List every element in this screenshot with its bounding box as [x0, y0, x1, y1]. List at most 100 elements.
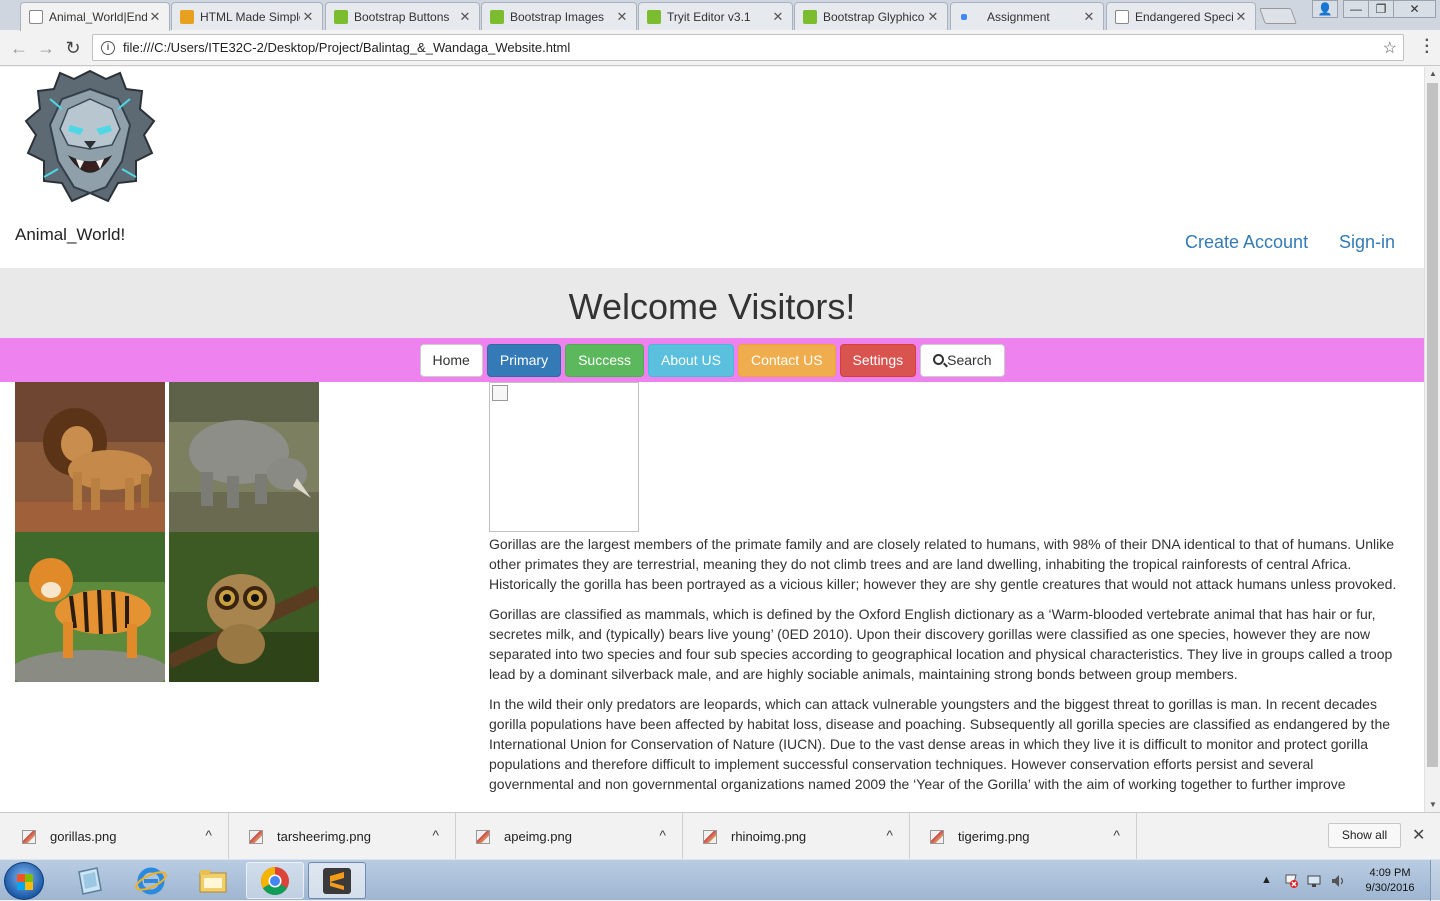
search-button[interactable]: Search [920, 343, 1005, 377]
scroll-thumb[interactable] [1427, 83, 1438, 767]
article-paragraph: Gorillas are classified as mammals, whic… [489, 606, 1393, 682]
network-icon[interactable] [1306, 873, 1322, 889]
tab-close-icon[interactable]: ✕ [1233, 9, 1249, 25]
scroll-up-icon[interactable]: ▲ [1425, 67, 1440, 81]
start-button[interactable] [4, 862, 44, 900]
welcome-banner: Welcome Visitors! [0, 268, 1424, 338]
success-button[interactable]: Success [565, 343, 645, 377]
minimize-button[interactable]: — [1343, 0, 1369, 18]
download-item[interactable]: apeimg.png ^ [456, 813, 683, 860]
volume-icon[interactable] [1330, 873, 1346, 889]
image-file-icon [249, 829, 263, 844]
tab-bootstrap-buttons[interactable]: Bootstrap Buttons ✕ [325, 2, 480, 30]
tab-close-icon[interactable]: ✕ [147, 9, 163, 25]
user-profile-icon[interactable]: 👤 [1312, 0, 1338, 18]
clock-date: 9/30/2016 [1365, 882, 1415, 894]
tab-close-icon[interactable]: ✕ [770, 9, 786, 25]
url-text: file:///C:/Users/ITE32C-2/Desktop/Projec… [123, 40, 571, 55]
loading-icon [961, 13, 967, 20]
tab-title: Tryit Editor v3.1 [667, 9, 751, 24]
button-navbar: Home Primary Success About US Contact US… [0, 338, 1424, 382]
download-filename: rhinoimg.png [731, 829, 807, 844]
forward-icon[interactable]: → [35, 37, 57, 59]
about-us-button[interactable]: About US [648, 343, 734, 377]
tab-title: Endangered Species [1135, 9, 1233, 24]
file-icon[interactable] [60, 862, 118, 899]
tab-assignment[interactable]: Assignment ✕ [950, 2, 1104, 30]
broken-image-icon [492, 385, 508, 401]
address-bar[interactable]: i file:///C:/Users/ITE32C-2/Desktop/Proj… [92, 34, 1404, 61]
settings-button[interactable]: Settings [839, 343, 917, 377]
create-account-link[interactable]: Create Account [1185, 232, 1308, 253]
tab-tryit-editor[interactable]: Tryit Editor v3.1 ✕ [638, 2, 793, 30]
tarsier-image [169, 532, 319, 682]
home-button[interactable]: Home [419, 343, 483, 377]
notepad-icon [78, 866, 102, 895]
page-title: Welcome Visitors! [568, 286, 856, 327]
gorilla-article: Gorillas are the largest members of the … [489, 534, 1401, 804]
download-item[interactable]: tarsheerimg.png ^ [229, 813, 456, 860]
sign-in-link[interactable]: Sign-in [1339, 232, 1395, 253]
bookmark-star-icon[interactable]: ☆ [1383, 38, 1397, 58]
internet-explorer-icon[interactable] [122, 862, 180, 899]
tab-title: Bootstrap Images [510, 9, 605, 24]
tab-close-icon[interactable]: ✕ [614, 9, 630, 25]
search-icon [933, 353, 945, 365]
info-icon[interactable]: i [101, 40, 115, 55]
ie-logo-icon [135, 867, 167, 894]
tab-title: HTML Made Simple [200, 9, 300, 24]
tray-expand-icon[interactable]: ▲ [1261, 874, 1272, 886]
page-scrollbar[interactable]: ▲ ▼ [1424, 67, 1440, 812]
chevron-up-icon[interactable]: ^ [205, 827, 212, 843]
new-tab-button[interactable] [1259, 8, 1297, 24]
windows-taskbar: ▲ 4:09 PM 9/30/2016 [0, 859, 1440, 901]
tab-title: Assignment [987, 9, 1050, 24]
download-item[interactable]: gorillas.png ^ [2, 813, 229, 860]
chrome-menu-icon[interactable]: · · · [1425, 33, 1430, 61]
article-paragraph: In the wild their only predators are leo… [489, 696, 1391, 792]
image-file-icon [703, 829, 717, 844]
tab-close-icon[interactable]: ✕ [925, 9, 941, 25]
close-icon[interactable]: ✕ [1412, 825, 1425, 845]
chrome-icon[interactable] [246, 862, 304, 899]
system-clock[interactable]: 4:09 PM 9/30/2016 [1356, 866, 1424, 896]
contact-us-button[interactable]: Contact US [737, 343, 836, 377]
w3schools-icon [334, 9, 348, 24]
primary-button[interactable]: Primary [486, 343, 562, 377]
restore-button[interactable]: ❐ [1368, 0, 1394, 18]
show-desktop-button[interactable] [1430, 860, 1440, 901]
download-item[interactable]: tigerimg.png ^ [910, 813, 1137, 860]
sublime-logo-icon [323, 867, 351, 894]
tab-endangered-species[interactable]: Endangered Species ✕ [1106, 2, 1256, 30]
show-all-button[interactable]: Show all [1328, 823, 1401, 848]
tab-html-made-simple[interactable]: HTML Made Simple ✕ [171, 2, 323, 30]
tab-close-icon[interactable]: ✕ [1081, 9, 1097, 25]
chevron-up-icon[interactable]: ^ [886, 827, 893, 843]
back-icon[interactable]: ← [8, 37, 30, 59]
download-item[interactable]: rhinoimg.png ^ [683, 813, 910, 860]
tab-bootstrap-images[interactable]: Bootstrap Images ✕ [481, 2, 637, 30]
sublime-text-icon[interactable] [308, 862, 366, 899]
tab-close-icon[interactable]: ✕ [457, 9, 473, 25]
w3schools-icon [647, 9, 661, 24]
download-filename: tigerimg.png [958, 829, 1030, 844]
tab-bootstrap-glyphicons[interactable]: Bootstrap Glyphicons ✕ [794, 2, 948, 30]
chevron-up-icon[interactable]: ^ [1113, 827, 1120, 843]
action-center-icon[interactable] [1283, 873, 1299, 889]
close-window-button[interactable]: ✕ [1393, 0, 1436, 18]
lion-logo [24, 69, 156, 203]
w3schools-icon [490, 9, 504, 24]
tab-animal-world[interactable]: Animal_World|Endangered Species ✕ [20, 2, 170, 31]
folder-icon [199, 869, 227, 892]
scroll-down-icon[interactable]: ▼ [1425, 798, 1440, 812]
chevron-up-icon[interactable]: ^ [432, 827, 439, 843]
windows-logo-icon [17, 874, 33, 890]
image-file-icon [22, 829, 36, 844]
broken-gorilla-image [489, 382, 639, 532]
tab-title: Bootstrap Glyphicons [823, 9, 925, 24]
file-explorer-icon[interactable] [184, 862, 242, 899]
reload-icon[interactable]: ↻ [62, 37, 84, 59]
tiger-image [15, 532, 165, 682]
tab-close-icon[interactable]: ✕ [300, 9, 316, 25]
chevron-up-icon[interactable]: ^ [659, 827, 666, 843]
